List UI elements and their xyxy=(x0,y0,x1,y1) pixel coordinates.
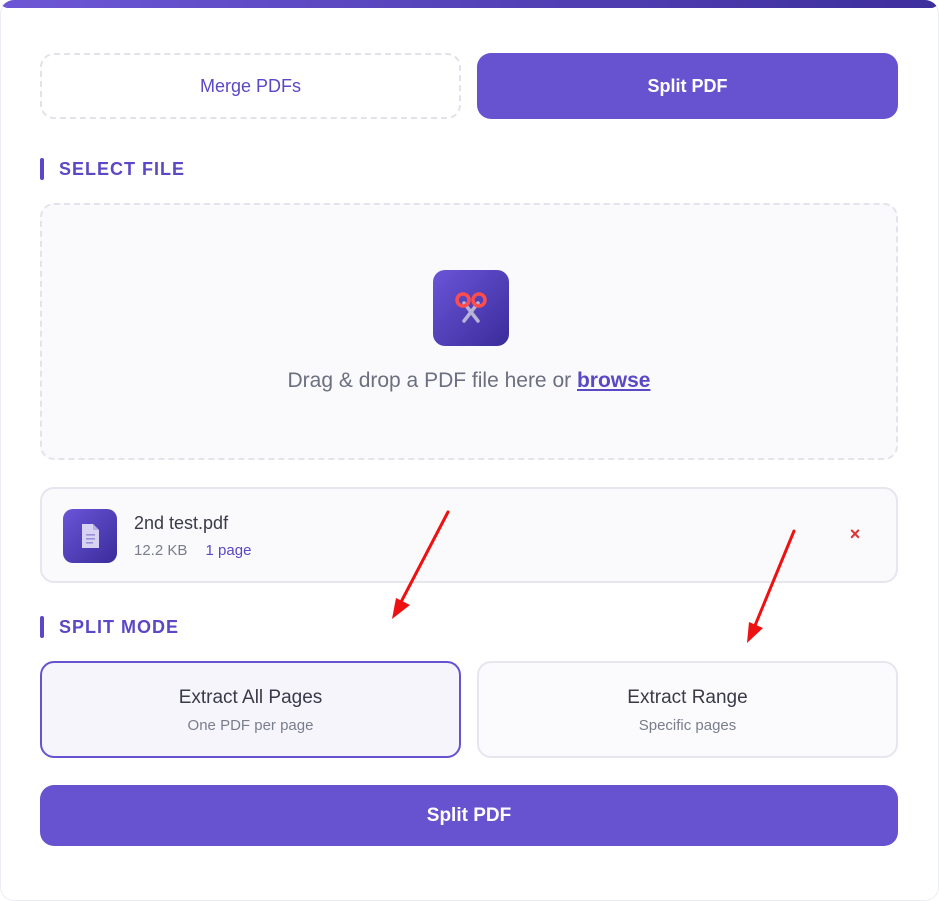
select-file-heading: SELECT FILE xyxy=(40,157,185,181)
file-size: 12.2 KB xyxy=(134,542,188,559)
split-mode-heading-text: SPLIT MODE xyxy=(59,616,180,637)
split-pdf-submit-button[interactable]: Split PDF xyxy=(40,785,898,846)
mode-title: Extract All Pages xyxy=(178,687,323,708)
remove-file-button[interactable]: × xyxy=(844,523,866,545)
file-dropzone[interactable]: Drag & drop a PDF file here or browse xyxy=(40,203,898,460)
dropzone-instructions: Drag & drop a PDF file here or browse xyxy=(42,369,896,393)
split-pdf-card: Merge PDFs Split PDF SELECT FILE Drag & … xyxy=(0,0,939,901)
tab-split-pdf[interactable]: Split PDF xyxy=(477,53,898,119)
file-meta: 12.2 KB 1 page xyxy=(134,542,251,559)
dropzone-text: Drag & drop a PDF file here or xyxy=(287,369,572,392)
mode-subtitle: One PDF per page xyxy=(187,717,314,734)
heading-accent-bar xyxy=(40,158,44,180)
select-file-heading-text: SELECT FILE xyxy=(59,158,186,179)
top-accent-bar xyxy=(0,0,939,8)
tab-merge-pdfs[interactable]: Merge PDFs xyxy=(40,53,461,119)
scissors-icon xyxy=(433,270,509,346)
file-name: 2nd test.pdf xyxy=(134,513,229,533)
heading-accent-bar xyxy=(40,616,44,638)
document-icon xyxy=(63,509,117,563)
mode-subtitle: Specific pages xyxy=(638,717,737,734)
split-mode-heading: SPLIT MODE xyxy=(40,615,179,639)
file-page-count: 1 page xyxy=(205,542,252,559)
browse-link[interactable]: browse xyxy=(577,369,651,392)
mode-extract-range[interactable]: Extract Range Specific pages xyxy=(477,661,898,758)
mode-title: Extract Range xyxy=(627,687,748,708)
mode-extract-all-pages[interactable]: Extract All Pages One PDF per page xyxy=(40,661,461,758)
selected-file-row: 2nd test.pdf 12.2 KB 1 page × xyxy=(40,487,898,583)
